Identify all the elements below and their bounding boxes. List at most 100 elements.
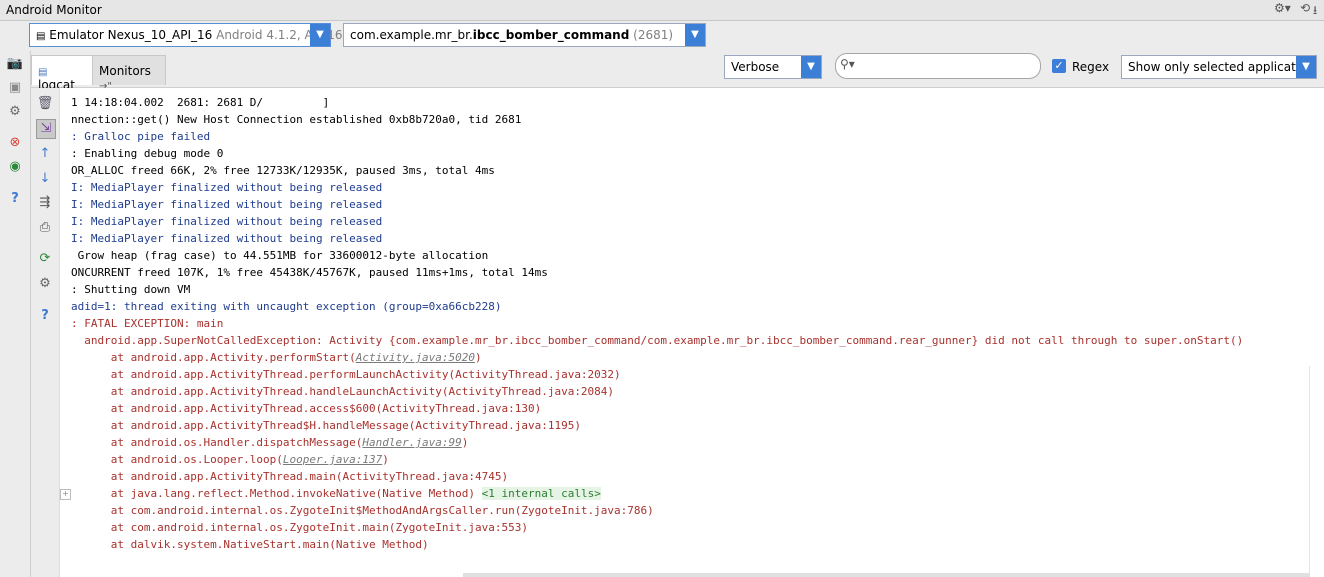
log-text: : FATAL EXCEPTION: main	[71, 317, 224, 330]
log-text: at android.app.ActivityThread.access$600…	[71, 402, 542, 415]
log-text: I: MediaPlayer finalized without being r…	[71, 181, 383, 194]
system-info-icon[interactable]: ⚙	[6, 103, 24, 121]
tabs-filter-bar: ▤ logcat Monitors →" Verbose ▼ ⚲▾ ✓ Rege…	[31, 51, 1324, 92]
log-line: at android.os.Handler.dispatchMessage(Ha…	[71, 434, 469, 451]
log-line: at android.app.ActivityThread.access$600…	[71, 400, 541, 417]
regex-checkbox[interactable]: ✓	[1052, 59, 1066, 73]
log-line: ONCURRENT freed 107K, 1% free 45438K/457…	[71, 264, 548, 281]
log-text: at com.android.internal.os.ZygoteInit$Me…	[71, 504, 654, 517]
logcat-output[interactable]: + 1 14:18:04.002 2681: 2681 D/ ] nnection…	[60, 88, 1324, 577]
log-text: Grow heap (frag case) to 44.551MB for 33…	[71, 249, 489, 262]
log-line: at com.android.internal.os.ZygoteInit$Me…	[71, 502, 654, 519]
gc-icon[interactable]: ◉	[6, 158, 24, 176]
log-text: at java.lang.reflect.Method.invokeNative…	[71, 487, 482, 500]
log-text: )	[382, 453, 389, 466]
left-toolbar: 📷 ▣ ⚙ ⊗ ◉ ?	[0, 51, 31, 577]
log-line: at dalvik.system.NativeStart.main(Native…	[71, 536, 429, 553]
source-link[interactable]: Handler.java:99	[362, 436, 461, 449]
hide-icon[interactable]: ⭳	[1313, 1, 1317, 22]
log-text: nnection::get() New Host Connection esta…	[71, 113, 522, 126]
log-text: at android.app.ActivityThread.handleLaun…	[71, 385, 615, 398]
regex-label: Regex	[1072, 60, 1110, 74]
log-text: at android.os.Looper.loop(	[71, 453, 283, 466]
chevron-down-icon[interactable]: ▼	[801, 56, 821, 78]
arrow-down-icon[interactable]: ↓	[36, 170, 54, 188]
expand-fold-icon[interactable]: +	[60, 489, 71, 500]
device-process-bar: ▤ Emulator Nexus_10_API_16 Android 4.1.2…	[0, 21, 1324, 51]
log-line: at android.app.Activity.performStart(Act…	[71, 349, 482, 366]
app-filter-value: Show only selected application	[1128, 60, 1315, 74]
process-label: com.example.mr_br.ibcc_bomber_command (2…	[350, 28, 673, 42]
log-text: android.app.SuperNotCalledException: Act…	[71, 334, 1244, 347]
log-line: I: MediaPlayer finalized without being r…	[71, 179, 382, 196]
logcat-icon: ▤	[38, 67, 48, 78]
log-text: I: MediaPlayer finalized without being r…	[71, 232, 383, 245]
help-icon[interactable]: ?	[36, 307, 54, 325]
log-text: at android.app.ActivityThread$H.handleMe…	[71, 419, 581, 432]
search-icon: ⚲▾	[840, 57, 855, 71]
log-line: at android.app.ActivityThread$H.handleMe…	[71, 417, 581, 434]
log-line: : Gralloc pipe failed	[71, 128, 210, 145]
log-line: android.app.SuperNotCalledException: Act…	[71, 332, 1243, 349]
tab-logcat[interactable]: ▤ logcat	[31, 55, 93, 92]
source-link[interactable]: Looper.java:137	[283, 453, 382, 466]
log-line: 1 14:18:04.002 2681: 2681 D/ ]	[71, 94, 329, 111]
internal-calls-fold[interactable]: <1 internal calls>	[481, 487, 601, 500]
log-text: at android.app.ActivityThread.performLau…	[71, 368, 621, 381]
log-text: 1 14:18:04.002 2681: 2681 D/ ]	[71, 96, 330, 109]
log-text: )	[475, 351, 482, 364]
log-line: at android.app.ActivityThread.handleLaun…	[71, 383, 614, 400]
log-text: I: MediaPlayer finalized without being r…	[71, 198, 383, 211]
arrow-up-icon[interactable]: ↑	[36, 145, 54, 163]
log-text: : Shutting down VM	[71, 283, 191, 296]
scroll-to-end-icon[interactable]: ⇲	[36, 119, 56, 139]
restore-icon[interactable]: ⟲	[1300, 1, 1310, 15]
help-icon[interactable]: ?	[6, 190, 24, 208]
screen-capture-icon[interactable]: 📷	[6, 55, 24, 73]
horizontal-scrollbar[interactable]	[463, 573, 1310, 577]
process-package-name: ibcc_bomber_command	[472, 28, 630, 42]
device-label: ▤ Emulator Nexus_10_API_16 Android 4.1.2…	[36, 28, 343, 42]
gear-icon[interactable]: ⚙▾	[1274, 1, 1291, 15]
process-dropdown[interactable]: com.example.mr_br.ibcc_bomber_command (2…	[343, 23, 706, 47]
log-line: at android.os.Looper.loop(Looper.java:13…	[71, 451, 389, 468]
log-line: at android.app.ActivityThread.performLau…	[71, 366, 621, 383]
log-line: adid=1: thread exiting with uncaught exc…	[71, 298, 501, 315]
vertical-scrollbar[interactable]	[1309, 366, 1324, 577]
log-line: I: MediaPlayer finalized without being r…	[71, 196, 382, 213]
title-bar: Android Monitor ⚙▾ ⟲ ⭳	[0, 0, 1324, 21]
restart-icon[interactable]: ⟳	[36, 250, 54, 268]
log-level-value: Verbose	[731, 60, 780, 74]
log-line: : Shutting down VM	[71, 281, 190, 298]
screen-record-icon[interactable]: ▣	[6, 79, 24, 97]
log-line: : FATAL EXCEPTION: main	[71, 315, 223, 332]
settings-icon[interactable]: ⚙	[36, 275, 54, 293]
process-package-prefix: com.example.mr_br.	[350, 28, 473, 42]
log-text: OR_ALLOC freed 66K, 2% free 12733K/12935…	[71, 164, 495, 177]
print-icon[interactable]: ⎙	[36, 219, 54, 237]
log-line: Grow heap (frag case) to 44.551MB for 33…	[71, 247, 489, 264]
logcat-toolbar: 🗑 ⇲ ↑ ↓ ⇶ ⎙ ⟳ ⚙ ?	[31, 88, 60, 577]
app-filter-dropdown[interactable]: Show only selected application ▼	[1121, 55, 1317, 79]
log-line: at com.android.internal.os.ZygoteInit.ma…	[71, 519, 528, 536]
log-text: ONCURRENT freed 107K, 1% free 45438K/457…	[71, 266, 548, 279]
log-text: at android.app.ActivityThread.main(Activ…	[71, 470, 509, 483]
soft-wraps-icon[interactable]: ⇶	[36, 194, 54, 212]
log-level-dropdown[interactable]: Verbose ▼	[724, 55, 822, 79]
log-text: at com.android.internal.os.ZygoteInit.ma…	[71, 521, 528, 534]
process-pid: (2681)	[633, 28, 674, 42]
chevron-down-icon[interactable]: ▼	[685, 24, 705, 46]
window-title: Android Monitor	[6, 3, 102, 17]
source-link[interactable]: Activity.java:5020	[356, 351, 475, 364]
clear-logcat-icon[interactable]: 🗑	[36, 95, 54, 113]
chevron-down-icon[interactable]: ▼	[310, 24, 330, 46]
terminate-app-icon[interactable]: ⊗	[6, 134, 24, 152]
log-text: : Gralloc pipe failed	[71, 130, 211, 143]
chevron-down-icon[interactable]: ▼	[1296, 56, 1316, 78]
device-dropdown[interactable]: ▤ Emulator Nexus_10_API_16 Android 4.1.2…	[29, 23, 343, 47]
log-line: at java.lang.reflect.Method.invokeNative…	[71, 485, 601, 502]
tab-monitors[interactable]: Monitors →"	[92, 55, 166, 92]
tab-monitors-label: Monitors	[99, 64, 151, 78]
device-icon: ▤	[36, 31, 46, 42]
search-input[interactable]: ⚲▾	[835, 53, 1041, 79]
